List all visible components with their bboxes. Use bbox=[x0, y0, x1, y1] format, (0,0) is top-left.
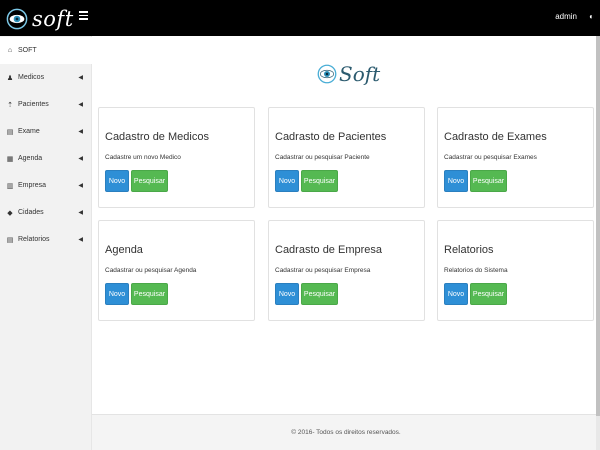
pesquisar-button[interactable]: Pesquisar bbox=[470, 283, 507, 305]
sidebar-item-label: Medicos bbox=[18, 74, 45, 81]
sidebar-item-pacientes[interactable]: ⇡ Pacientes ◀ bbox=[0, 91, 92, 118]
card-empresa: Cadrasto de Empresa Cadastrar ou pesquis… bbox=[268, 220, 425, 321]
card-title: Cadrasto de Empresa bbox=[275, 244, 382, 256]
copyright-text: © 2016- Todos os direitos reservados. bbox=[291, 429, 401, 436]
main-content: Soft Cadastro de Medicos Cadastre um nov… bbox=[92, 36, 600, 414]
sidebar-item-empresa[interactable]: ▥ Empresa ◀ bbox=[0, 172, 92, 199]
user-menu[interactable]: admin bbox=[555, 12, 577, 21]
card-description: Cadastrar ou pesquisar Paciente bbox=[275, 154, 370, 161]
card-title: Agenda bbox=[105, 244, 143, 256]
footer: © 2016- Todos os direitos reservados. bbox=[92, 414, 600, 450]
top-navbar: soft admin ◐ bbox=[0, 0, 600, 36]
menu-toggle-icon[interactable] bbox=[79, 11, 88, 21]
novo-button[interactable]: Novo bbox=[444, 283, 468, 305]
novo-button[interactable]: Novo bbox=[444, 170, 468, 192]
power-icon[interactable]: ◐ bbox=[589, 12, 594, 21]
sidebar-item-label: Exame bbox=[18, 128, 40, 135]
caret-left-icon: ◀ bbox=[78, 183, 83, 189]
novo-button[interactable]: Novo bbox=[275, 170, 299, 192]
card-description: Cadastrar ou pesquisar Empresa bbox=[275, 267, 371, 274]
document-icon: ▤ bbox=[6, 128, 14, 136]
sidebar-item-label: Pacientes bbox=[18, 101, 49, 108]
sidebar-item-exame[interactable]: ▤ Exame ◀ bbox=[0, 118, 92, 145]
bank-icon: ▥ bbox=[6, 182, 14, 190]
pesquisar-button[interactable]: Pesquisar bbox=[301, 283, 338, 305]
sidebar-item-label: Agenda bbox=[18, 155, 43, 162]
upload-icon: ⇡ bbox=[7, 101, 13, 109]
pesquisar-button[interactable]: Pesquisar bbox=[131, 170, 168, 192]
sidebar-item-soft[interactable]: ⌂ SOFT bbox=[0, 37, 92, 64]
sidebar-item-label: SOFT bbox=[18, 47, 37, 54]
logo-text: Soft bbox=[339, 62, 381, 86]
page-scrollbar[interactable] bbox=[596, 36, 600, 450]
card-title: Cadrasto de Pacientes bbox=[275, 131, 387, 143]
card-description: Cadastrar ou pesquisar Exames bbox=[444, 154, 537, 161]
caret-left-icon: ◀ bbox=[78, 129, 83, 135]
card-description: Cadastrar ou pesquisar Agenda bbox=[105, 267, 197, 274]
caret-left-icon: ◀ bbox=[78, 210, 83, 216]
pesquisar-button[interactable]: Pesquisar bbox=[301, 170, 338, 192]
sidebar: ⌂ SOFT ♟ Medicos ◀ ⇡ Pacientes ◀ ▤ Exame… bbox=[0, 36, 92, 450]
caret-left-icon: ◀ bbox=[78, 102, 83, 108]
novo-button[interactable]: Novo bbox=[105, 283, 129, 305]
card-pacientes: Cadrasto de Pacientes Cadastrar ou pesqu… bbox=[268, 107, 425, 208]
brand-logo[interactable]: soft bbox=[6, 7, 74, 31]
novo-button[interactable]: Novo bbox=[275, 283, 299, 305]
caret-left-icon: ◀ bbox=[78, 237, 83, 243]
tag-icon: ◆ bbox=[7, 209, 13, 217]
pesquisar-button[interactable]: Pesquisar bbox=[470, 170, 507, 192]
pesquisar-button[interactable]: Pesquisar bbox=[131, 283, 168, 305]
novo-button[interactable]: Novo bbox=[105, 170, 129, 192]
card-description: Relatorios do Sistema bbox=[444, 267, 508, 274]
card-medicos: Cadastro de Medicos Cadastre um novo Med… bbox=[98, 107, 255, 208]
card-relatorios: Relatorios Relatorios do Sistema Novo Pe… bbox=[437, 220, 594, 321]
caret-left-icon: ◀ bbox=[78, 75, 83, 81]
card-exames: Cadrasto de Exames Cadastrar ou pesquisa… bbox=[437, 107, 594, 208]
user-icon: ♟ bbox=[6, 74, 14, 82]
main-logo: Soft bbox=[317, 62, 380, 86]
card-agenda: Agenda Cadastrar ou pesquisar Agenda Nov… bbox=[98, 220, 255, 321]
file-icon: ▤ bbox=[6, 236, 14, 244]
card-title: Cadrasto de Exames bbox=[444, 131, 547, 143]
caret-left-icon: ◀ bbox=[78, 156, 83, 162]
eye-logo-icon bbox=[6, 8, 28, 30]
card-title: Cadastro de Medicos bbox=[105, 131, 209, 143]
scrollbar-thumb[interactable] bbox=[596, 36, 600, 416]
sidebar-item-label: Relatorios bbox=[18, 236, 50, 243]
sidebar-item-agenda[interactable]: ▦ Agenda ◀ bbox=[0, 145, 92, 172]
eye-logo-icon bbox=[317, 64, 337, 84]
sidebar-item-label: Cidades bbox=[18, 209, 44, 216]
sidebar-item-relatorios[interactable]: ▤ Relatorios ◀ bbox=[0, 226, 92, 253]
card-title: Relatorios bbox=[444, 244, 494, 256]
home-icon: ⌂ bbox=[7, 47, 13, 54]
sidebar-item-cidades[interactable]: ◆ Cidades ◀ bbox=[0, 199, 92, 226]
sidebar-item-medicos[interactable]: ♟ Medicos ◀ bbox=[0, 64, 92, 91]
card-description: Cadastre um novo Medico bbox=[105, 154, 181, 161]
brand-name: soft bbox=[32, 7, 74, 31]
calendar-icon: ▦ bbox=[6, 155, 14, 163]
sidebar-item-label: Empresa bbox=[18, 182, 47, 189]
